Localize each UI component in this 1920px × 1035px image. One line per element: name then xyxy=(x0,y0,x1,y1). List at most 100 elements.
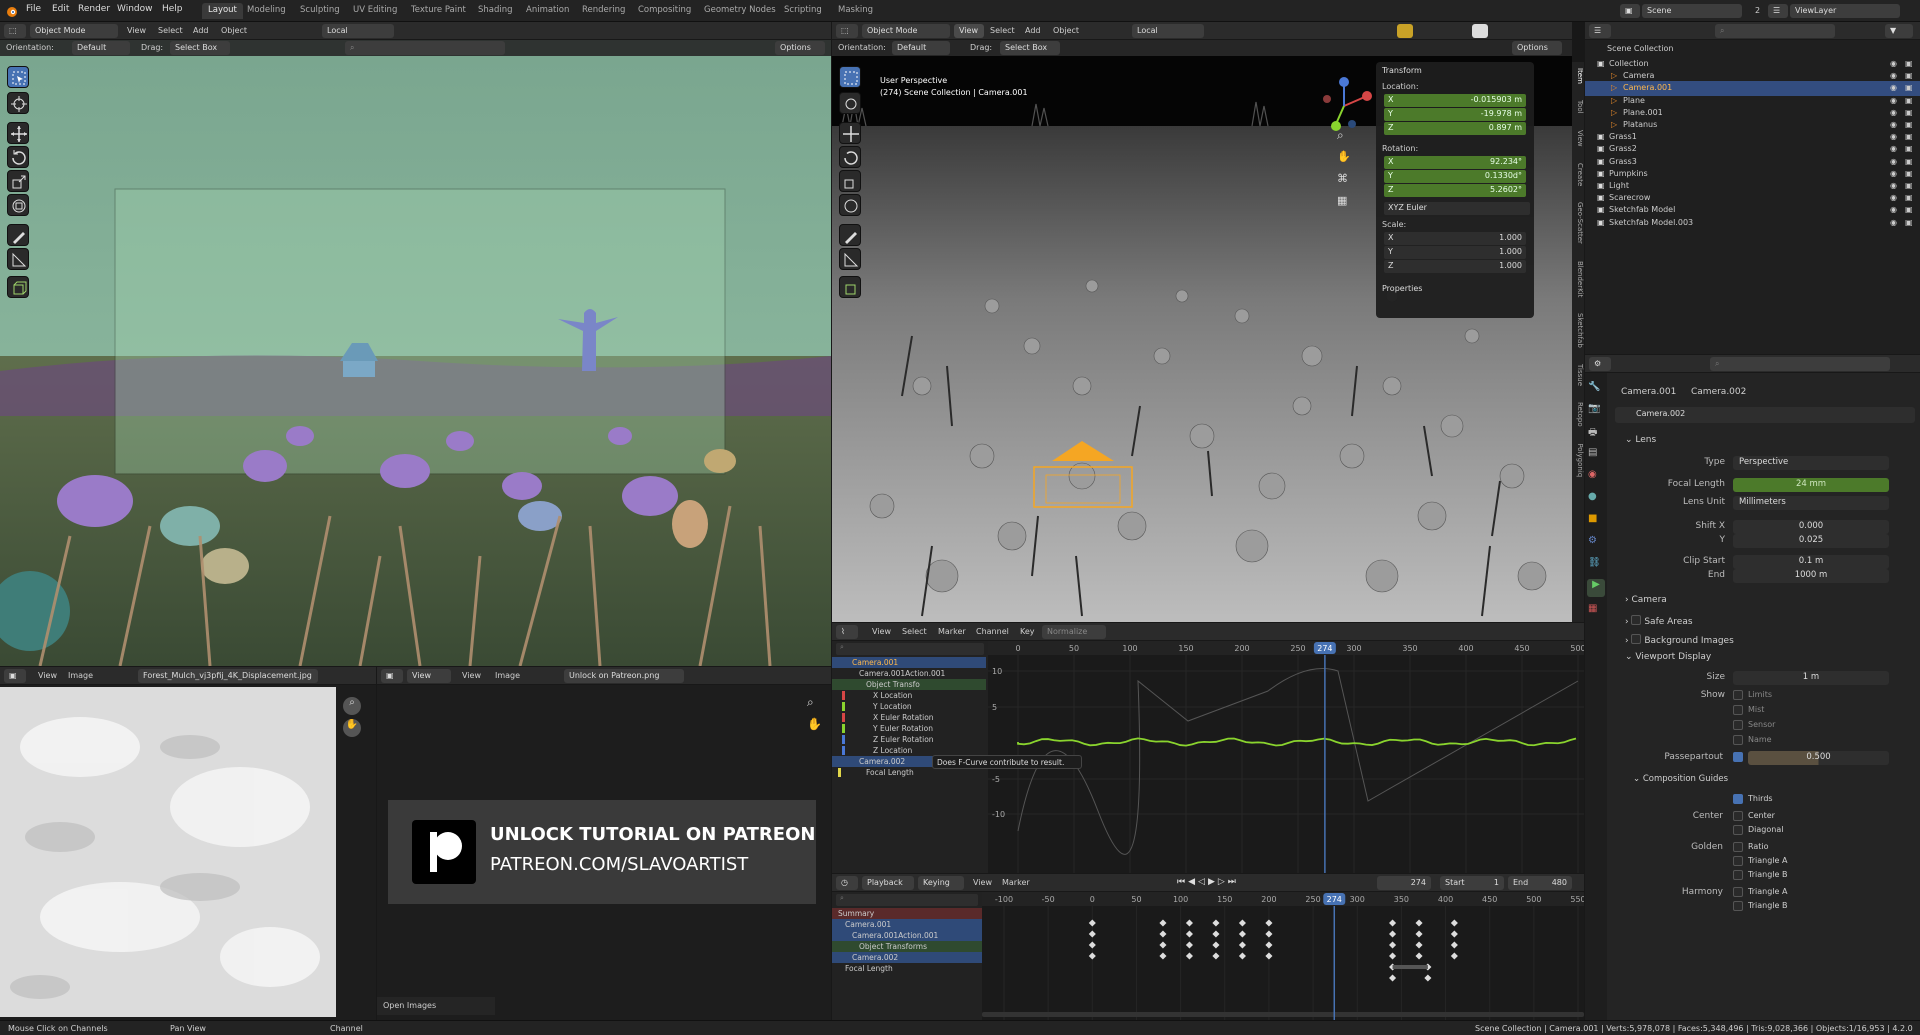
move-tool[interactable] xyxy=(839,122,861,144)
orientation-dropdown[interactable]: Default xyxy=(892,41,950,55)
modifier-tab-icon[interactable]: ⚙ xyxy=(1588,535,1604,551)
rotation-x-field[interactable]: X 92.234° xyxy=(1384,156,1526,169)
tab-view[interactable]: View xyxy=(1576,130,1584,147)
object-tab-icon[interactable]: ■ xyxy=(1588,513,1604,529)
tab-compositing[interactable]: Compositing xyxy=(632,3,697,19)
menu-view[interactable]: View xyxy=(38,671,57,680)
transform-orientation[interactable]: Local xyxy=(1132,24,1204,38)
tab-sketchfab[interactable]: Sketchfab xyxy=(1576,313,1584,348)
graph-channel[interactable]: Y Location xyxy=(832,701,986,712)
annotate-tool[interactable] xyxy=(7,224,29,246)
view-mode-dropdown[interactable]: View xyxy=(407,669,451,683)
measure-tool[interactable] xyxy=(839,248,861,270)
view-layer-icon[interactable]: ☰ xyxy=(1768,4,1788,18)
editor-type-icon[interactable]: ⌇ xyxy=(836,625,858,639)
dope-scrollbar[interactable] xyxy=(982,1012,1584,1017)
render-icon[interactable]: ▣ xyxy=(1905,120,1913,129)
eye-icon[interactable]: ◉ xyxy=(1890,193,1897,202)
render-icon[interactable]: ▣ xyxy=(1905,218,1913,227)
keying-menu[interactable]: Keying xyxy=(918,876,964,890)
scale-y-field[interactable]: Y 1.000 xyxy=(1384,246,1526,259)
playback-controls[interactable]: ⏮◀◁▶▷⏭ xyxy=(1177,877,1267,889)
location-x-field[interactable]: X -0.015903 m xyxy=(1384,94,1526,107)
focal-length-field[interactable]: 24 mm xyxy=(1733,478,1889,492)
render-icon[interactable]: ▣ xyxy=(1905,157,1913,166)
passepartout-slider[interactable]: 0.500 xyxy=(1748,751,1889,765)
background-images-checkbox[interactable] xyxy=(1631,634,1642,644)
tab-scripting[interactable]: Scripting xyxy=(778,3,828,19)
zoom-icon[interactable]: ⌕ xyxy=(1337,128,1353,144)
solid-shading-icon[interactable] xyxy=(1472,24,1488,38)
dope-channel[interactable]: Summary xyxy=(832,908,982,919)
location-y-field[interactable]: Y -19.978 m xyxy=(1384,108,1526,121)
graph-channel[interactable]: Camera.001Action.001 xyxy=(832,668,986,679)
image-selector[interactable]: Forest_Mulch_vj3pfij_4K_Displacement.jpg xyxy=(138,669,318,683)
camera-section[interactable]: › Camera xyxy=(1625,595,1667,605)
viewport-display-section[interactable]: ⌄ Viewport Display xyxy=(1625,652,1711,662)
snap-icon[interactable] xyxy=(1397,24,1413,38)
dope-area[interactable]: -100 -50 0 50 100 150 200 250 300 350 400 450 500 550… xyxy=(982,892,1584,1020)
dope-channel[interactable]: Camera.001 xyxy=(832,919,982,930)
tab-tool[interactable]: Tool xyxy=(1576,100,1584,114)
channel-search-input[interactable]: ⌕ xyxy=(836,643,984,655)
limits-checkbox[interactable] xyxy=(1733,690,1743,700)
dope-channel[interactable]: Object Transforms xyxy=(832,941,982,952)
golden-triangle-b-checkbox[interactable] xyxy=(1733,870,1743,880)
composition-guides-section[interactable]: ⌄ Composition Guides xyxy=(1633,774,1728,784)
outliner-row[interactable]: ▣ Sketchfab Model.003 ◉ ▣ xyxy=(1585,216,1920,231)
mist-checkbox[interactable] xyxy=(1733,705,1743,715)
tab-retopo[interactable]: Retopo xyxy=(1576,402,1584,427)
render-icon[interactable]: ▣ xyxy=(1905,193,1913,202)
world-tab-icon[interactable]: ● xyxy=(1588,491,1604,507)
cursor-tool[interactable] xyxy=(7,92,29,114)
camera-data-tab-icon[interactable]: ▶ xyxy=(1587,579,1605,597)
tab-sculpting[interactable]: Sculpting xyxy=(294,3,346,19)
eye-icon[interactable]: ◉ xyxy=(1890,108,1897,117)
render-icon[interactable]: ▣ xyxy=(1905,144,1913,153)
sensor-checkbox[interactable] xyxy=(1733,720,1743,730)
graph-channel[interactable]: Y Euler Rotation xyxy=(832,723,986,734)
right-viewport[interactable]: ⬚ Object Mode View Select Add Object Loc… xyxy=(832,22,1572,622)
drag-dropdown[interactable]: Select Box xyxy=(170,41,230,55)
transform-tool[interactable] xyxy=(7,194,29,216)
name-checkbox[interactable] xyxy=(1733,735,1743,745)
eye-icon[interactable]: ◉ xyxy=(1890,218,1897,227)
location-z-field[interactable]: Z 0.897 m xyxy=(1384,122,1526,135)
center-checkbox[interactable] xyxy=(1733,811,1743,821)
dope-channel[interactable]: Camera.002 xyxy=(832,952,982,963)
render-icon[interactable]: ▣ xyxy=(1905,96,1913,105)
view-layer-tab-icon[interactable]: ▤ xyxy=(1588,447,1604,463)
properties-search-input[interactable]: ⌕ xyxy=(1710,357,1890,371)
tab-layout[interactable]: Layout xyxy=(202,3,243,19)
menu-select[interactable]: Select xyxy=(902,627,927,636)
thirds-checkbox[interactable] xyxy=(1733,794,1743,804)
tab-item[interactable]: Item xyxy=(1576,68,1584,84)
camera-view-icon[interactable]: ⌘ xyxy=(1337,172,1353,188)
editor-type-icon[interactable]: ◷ xyxy=(836,876,858,890)
dope-search-input[interactable]: ⌕ xyxy=(836,894,978,906)
passepartout-checkbox[interactable] xyxy=(1733,752,1743,762)
editor-type-icon[interactable]: ⬚ xyxy=(836,24,858,38)
eye-icon[interactable]: ◉ xyxy=(1890,132,1897,141)
menu-view[interactable]: View xyxy=(127,26,146,35)
menu-select[interactable]: Select xyxy=(158,26,183,35)
rotation-y-field[interactable]: Y 0.1330d° xyxy=(1384,170,1526,183)
harmony-triangle-b-checkbox[interactable] xyxy=(1733,901,1743,911)
select-box-tool[interactable] xyxy=(839,66,861,88)
menu-view[interactable]: View xyxy=(954,24,984,38)
start-frame-field[interactable]: Start 1 xyxy=(1440,876,1504,890)
select-box-tool[interactable] xyxy=(7,66,29,88)
render-icon[interactable]: ▣ xyxy=(1905,132,1913,141)
diagonal-checkbox[interactable] xyxy=(1733,825,1743,835)
tool-tab-icon[interactable]: 🔧 xyxy=(1588,381,1604,397)
transform-orientation[interactable]: Local xyxy=(322,24,394,38)
graph-channel[interactable]: Camera.001 xyxy=(832,657,986,668)
image-editor-right[interactable]: ▣ View View Image Unlock on Patreon.png … xyxy=(377,667,831,1020)
scene-tab-icon[interactable]: ◉ xyxy=(1588,469,1604,485)
render-icon[interactable]: ▣ xyxy=(1905,71,1913,80)
graph-channel[interactable]: Z Euler Rotation xyxy=(832,734,986,745)
editor-type-icon[interactable]: ▣ xyxy=(4,669,26,683)
menu-marker[interactable]: Marker xyxy=(1002,878,1030,887)
lens-section[interactable]: ⌄ Lens xyxy=(1625,435,1656,445)
graph-editor[interactable]: ⌇ View Select Marker Channel Key Normali… xyxy=(832,623,1584,873)
